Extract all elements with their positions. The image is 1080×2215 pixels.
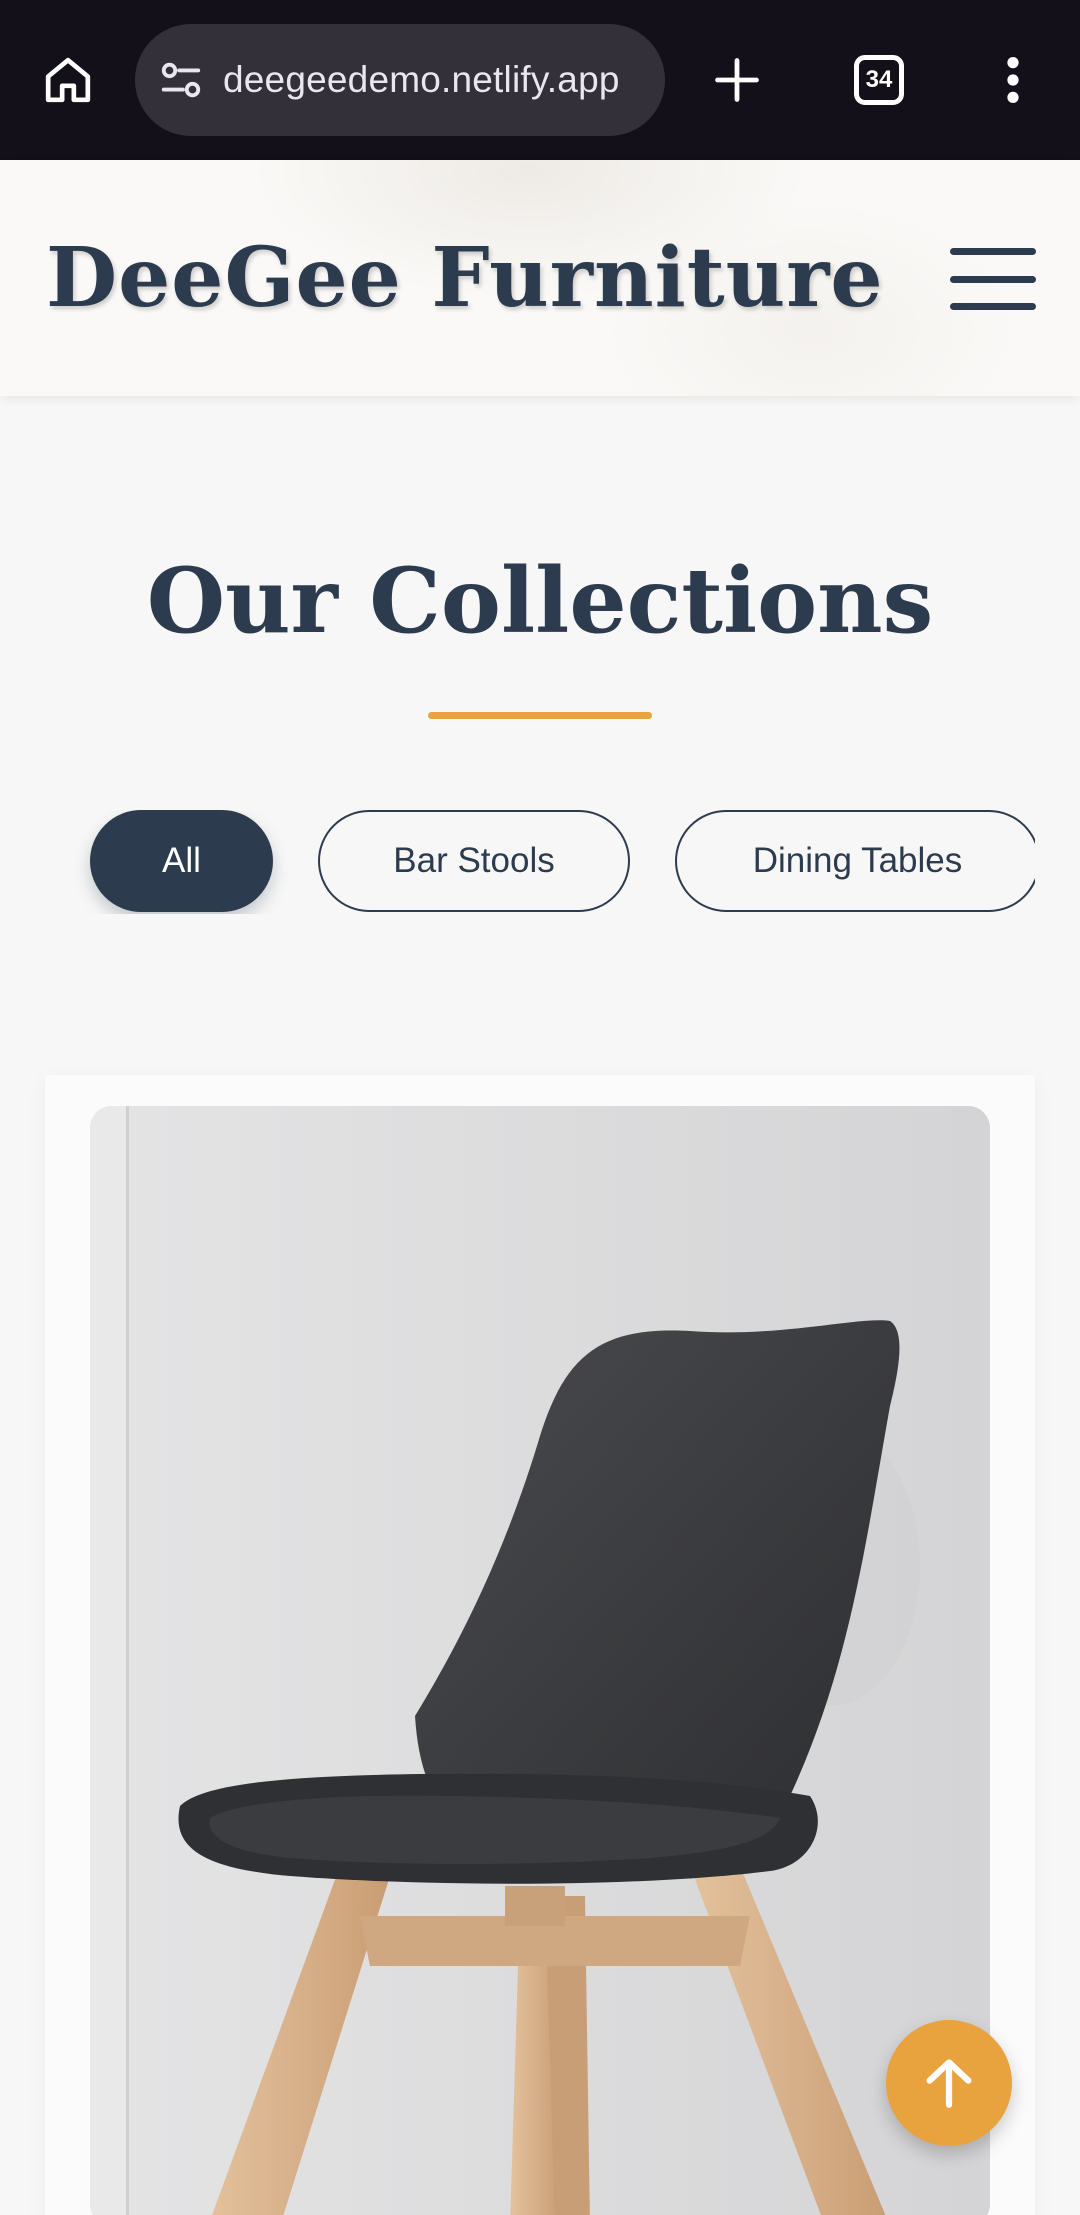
title-underline — [428, 712, 652, 719]
tab-count: 34 — [865, 66, 893, 93]
brand-logo-link[interactable]: DeeGee Furniture — [46, 230, 884, 326]
site-settings-icon[interactable] — [157, 56, 205, 104]
address-bar[interactable]: deegeedemo.netlify.app — [135, 24, 665, 136]
browser-menu-button[interactable] — [988, 48, 1038, 112]
tab-switcher-button[interactable]: 34 — [844, 48, 914, 112]
hamburger-menu-icon[interactable] — [950, 248, 1036, 310]
site-header: DeeGee Furniture — [0, 160, 1080, 396]
hamburger-line — [950, 303, 1036, 310]
product-image[interactable] — [90, 1106, 990, 2215]
chair-image — [90, 1106, 990, 2215]
url-text: deegeedemo.netlify.app — [223, 59, 620, 100]
tab-switcher-icon: 34 — [854, 55, 904, 105]
filter-chip-bar-stools[interactable]: Bar Stools — [318, 810, 630, 912]
filter-chip-dining-tables[interactable]: Dining Tables — [675, 810, 1035, 912]
more-vert-icon — [1007, 57, 1019, 103]
section-title: Our Collections — [146, 548, 934, 654]
new-tab-button[interactable] — [702, 48, 772, 112]
plus-icon — [715, 58, 759, 102]
home-icon — [45, 57, 91, 103]
hamburger-line — [950, 275, 1036, 283]
scroll-to-top-button[interactable] — [886, 2020, 1012, 2146]
home-button[interactable] — [36, 48, 100, 112]
filter-chips: All Bar Stools Dining Tables — [0, 810, 1035, 914]
hamburger-line — [950, 248, 1036, 255]
arrow-up-icon — [926, 2059, 972, 2108]
filter-chip-all[interactable]: All — [90, 810, 273, 912]
browser-toolbar: deegeedemo.netlify.app 34 — [0, 0, 1080, 160]
